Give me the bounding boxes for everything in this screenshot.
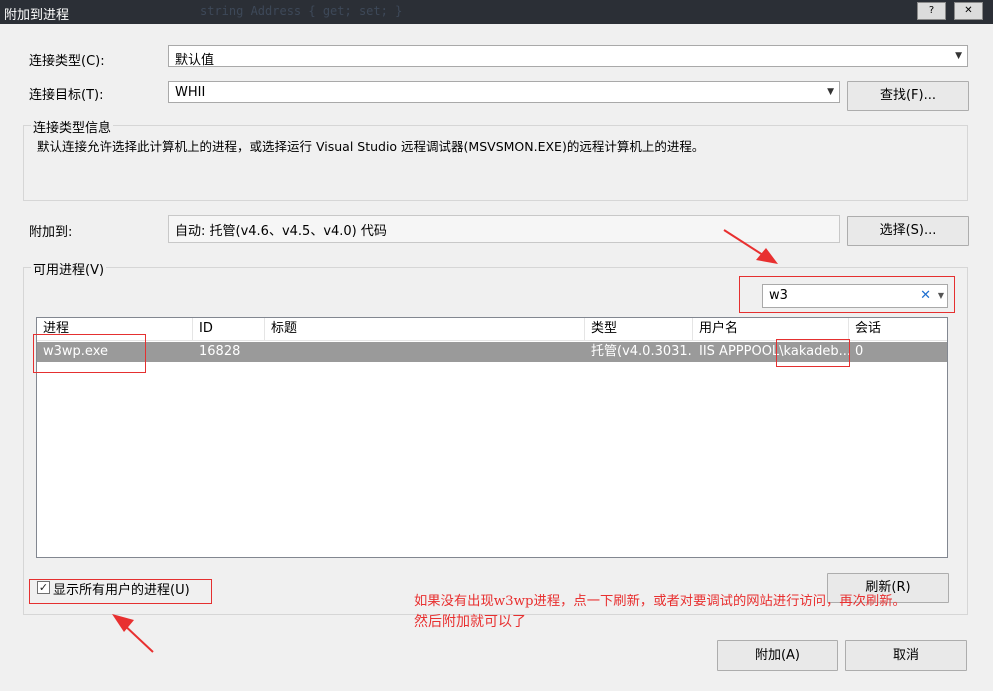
help-button[interactable]: ? <box>917 2 946 20</box>
background-code-text: string Address { get; set; } <box>200 4 403 18</box>
annotation-arrows <box>112 229 778 653</box>
arrow-to-filter-icon <box>723 229 778 264</box>
arrow-to-checkbox-icon <box>112 614 154 653</box>
close-button[interactable]: ✕ <box>954 2 983 20</box>
attach-to-process-dialog: 连接类型(C): 默认值 ▼ 连接目标(T): WHII ▼ 查找(F)... … <box>0 24 993 691</box>
window-title: 附加到进程 <box>4 8 70 23</box>
title-bar: 附加到进程 string Address { get; set; } ? ✕ <box>0 0 993 24</box>
